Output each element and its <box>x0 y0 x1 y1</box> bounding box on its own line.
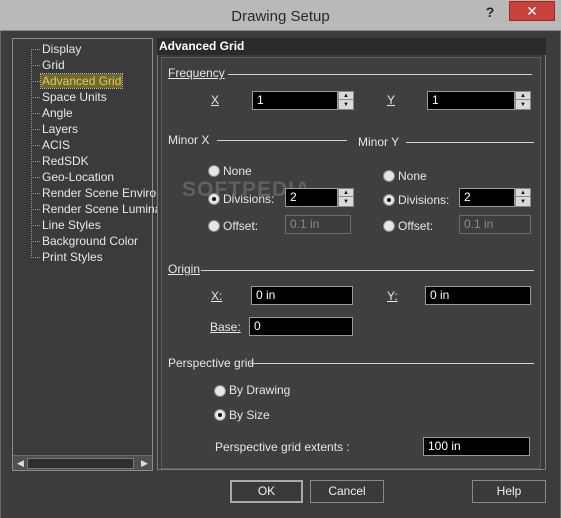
category-tree[interactable]: Display Grid Advanced Grid Space Units A… <box>12 38 165 471</box>
tree-item-geo-location[interactable]: Geo-Location <box>41 170 115 184</box>
tree-branch <box>31 49 40 50</box>
tree-branch <box>31 145 40 146</box>
tree-branch <box>31 177 40 178</box>
minor-y-none-label: None <box>398 169 427 183</box>
minor-y-divider <box>406 142 534 143</box>
tree-item-layers[interactable]: Layers <box>41 122 79 136</box>
origin-y-label: Y: <box>387 289 398 303</box>
minor-y-divisions-radio[interactable] <box>383 194 395 206</box>
frequency-x-input[interactable]: 1 <box>252 91 338 110</box>
close-icon[interactable]: ✕ <box>509 1 555 21</box>
frequency-y-spinner[interactable]: ▲ ▼ <box>515 91 531 110</box>
tree-branch <box>31 97 40 98</box>
panel-content <box>161 57 541 469</box>
tree-branch <box>31 113 40 114</box>
spin-down-icon[interactable]: ▼ <box>516 198 530 206</box>
tree-branch <box>31 129 40 130</box>
perspective-by-size-label: By Size <box>229 408 270 422</box>
frequency-y-input[interactable]: 1 <box>427 91 515 110</box>
tree-item-advanced-grid[interactable]: Advanced Grid <box>39 73 124 89</box>
perspective-by-drawing-radio[interactable] <box>214 385 226 397</box>
frequency-y-label: Y <box>387 93 396 107</box>
minor-x-none-radio[interactable] <box>208 165 220 177</box>
scroll-left-icon[interactable]: ◀ <box>14 457 27 470</box>
frequency-x-label: X <box>211 93 220 107</box>
tree-branch <box>31 225 40 226</box>
spin-down-icon[interactable]: ▼ <box>339 198 353 206</box>
perspective-extents-label: Perspective grid extents : <box>215 440 350 454</box>
minor-x-offset-input[interactable]: 0.1 in <box>285 215 351 234</box>
origin-base-label: Base: <box>210 320 241 334</box>
minor-y-divisions-input[interactable]: 2 <box>459 188 515 207</box>
spin-up-icon[interactable]: ▲ <box>516 92 530 100</box>
minor-y-divisions-label: Divisions: <box>398 193 450 207</box>
origin-divider <box>201 270 534 271</box>
spin-down-icon[interactable]: ▼ <box>339 101 353 109</box>
minor-x-divisions-spinner[interactable]: ▲ ▼ <box>338 188 354 207</box>
spin-up-icon[interactable]: ▲ <box>516 189 530 197</box>
perspective-grid-label: Perspective grid <box>168 356 255 370</box>
cancel-button[interactable]: Cancel <box>310 480 384 503</box>
minor-x-divider <box>217 140 347 141</box>
scrollbar-thumb[interactable] <box>27 458 134 469</box>
tree-branch <box>31 257 40 258</box>
tree-horizontal-scrollbar[interactable]: ◀ ▶ <box>13 455 152 470</box>
perspective-by-size-radio[interactable] <box>214 409 226 421</box>
origin-base-input[interactable]: 0 <box>249 317 353 336</box>
scroll-right-icon[interactable]: ▶ <box>138 457 151 470</box>
tree-branch <box>31 81 40 82</box>
tree-branch <box>31 161 40 162</box>
tree-branch <box>31 241 40 242</box>
tree-branch <box>31 209 40 210</box>
frequency-label: Frequency <box>168 66 225 80</box>
tree-item-print-styles[interactable]: Print Styles <box>41 250 104 264</box>
help-icon[interactable]: ? <box>479 3 501 25</box>
minor-y-offset-radio[interactable] <box>383 220 395 232</box>
spin-up-icon[interactable]: ▲ <box>339 92 353 100</box>
tree-item-line-styles[interactable]: Line Styles <box>41 218 102 232</box>
minor-x-divisions-radio[interactable] <box>208 193 220 205</box>
frequency-divider <box>228 74 532 75</box>
origin-x-input[interactable]: 0 in <box>251 286 353 305</box>
spin-up-icon[interactable]: ▲ <box>339 189 353 197</box>
minor-y-label: Minor Y <box>358 135 400 149</box>
origin-y-input[interactable]: 0 in <box>425 286 531 305</box>
window-title: Drawing Setup <box>231 8 330 25</box>
tree-item-angle[interactable]: Angle <box>41 106 74 120</box>
tree-item-render-scene-luminance[interactable]: Render Scene Luminar <box>41 202 166 216</box>
title-bar: Drawing Setup ? ✕ <box>0 0 561 31</box>
frequency-x-spinner[interactable]: ▲ ▼ <box>338 91 354 110</box>
perspective-by-drawing-label: By Drawing <box>229 383 291 397</box>
tree-item-acis[interactable]: ACIS <box>41 138 71 152</box>
minor-y-offset-input[interactable]: 0.1 in <box>459 215 531 234</box>
tree-item-background-color[interactable]: Background Color <box>41 234 139 248</box>
origin-label: Origin <box>168 262 201 276</box>
minor-x-label: Minor X <box>168 133 210 147</box>
minor-x-divisions-input[interactable]: 2 <box>285 188 338 207</box>
tree-branch <box>31 193 40 194</box>
perspective-extents-input[interactable]: 100 in <box>423 437 530 456</box>
tree-item-redsdk[interactable]: RedSDK <box>41 154 90 168</box>
tree-item-grid[interactable]: Grid <box>41 58 66 72</box>
minor-x-none-label: None <box>223 164 252 178</box>
spin-down-icon[interactable]: ▼ <box>516 101 530 109</box>
tree-item-space-units[interactable]: Space Units <box>41 90 108 104</box>
panel-title: Advanced Grid <box>157 38 546 55</box>
minor-x-offset-label: Offset: <box>223 219 259 233</box>
tree-item-render-scene-environment[interactable]: Render Scene Environ <box>41 186 164 200</box>
perspective-grid-divider <box>250 363 534 364</box>
ok-button[interactable]: OK <box>230 480 303 503</box>
origin-x-label: X: <box>211 289 223 303</box>
minor-y-divisions-spinner[interactable]: ▲ ▼ <box>515 188 531 207</box>
minor-y-offset-label: Offset: <box>398 219 434 233</box>
tree-branch <box>31 65 40 66</box>
minor-y-none-radio[interactable] <box>383 170 395 182</box>
minor-x-divisions-label: Divisions: <box>223 192 275 206</box>
tree-item-display[interactable]: Display <box>41 42 82 56</box>
minor-x-offset-radio[interactable] <box>208 220 220 232</box>
help-button[interactable]: Help <box>472 480 546 503</box>
